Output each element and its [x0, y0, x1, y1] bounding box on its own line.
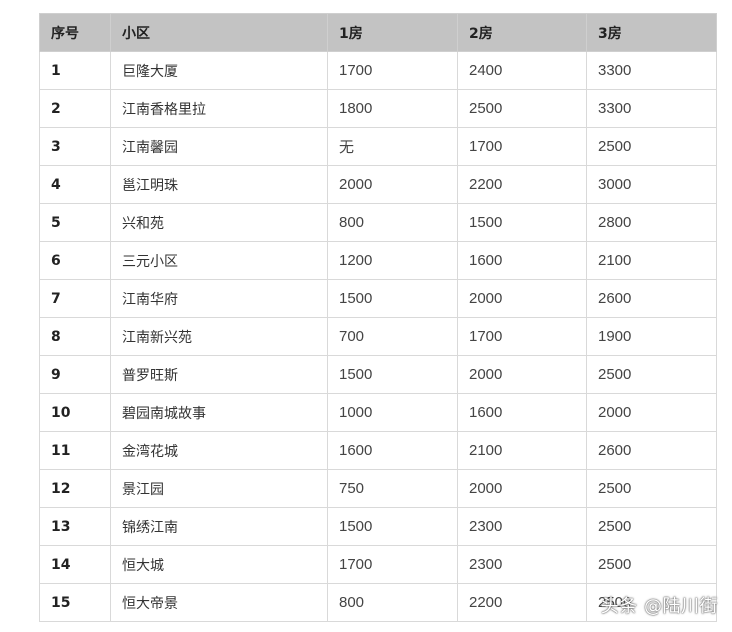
table-row: 11 金湾花城 1600 2100 2600 [39, 431, 717, 470]
cell-2-room: 2000 [457, 279, 587, 318]
cell-community: 金湾花城 [110, 431, 328, 470]
cell-1-room: 1500 [327, 507, 458, 546]
cell-2-room: 1700 [457, 317, 587, 356]
header-2-room: 2房 [457, 13, 587, 52]
cell-community: 江南馨园 [110, 127, 328, 166]
cell-3-room: 2500 [586, 507, 717, 546]
cell-1-room: 1800 [327, 89, 458, 128]
table-row: 9 普罗旺斯 1500 2000 2500 [39, 355, 717, 394]
cell-community: 兴和苑 [110, 203, 328, 242]
cell-community: 巨隆大厦 [110, 51, 328, 90]
cell-3-room: 3300 [586, 51, 717, 90]
table-header: 序号 小区 1房 2房 3房 [39, 13, 717, 52]
header-row: 序号 小区 1房 2房 3房 [39, 13, 717, 52]
cell-3-room: 2500 [586, 355, 717, 394]
cell-community: 三元小区 [110, 241, 328, 280]
cell-index: 11 [39, 431, 111, 470]
cell-1-room: 1000 [327, 393, 458, 432]
cell-1-room: 2000 [327, 165, 458, 204]
cell-1-room: 800 [327, 203, 458, 242]
cell-1-room: 1500 [327, 355, 458, 394]
cell-2-room: 1600 [457, 393, 587, 432]
header-index: 序号 [39, 13, 111, 52]
cell-index: 14 [39, 545, 111, 584]
cell-1-room: 1700 [327, 545, 458, 584]
cell-community: 江南华府 [110, 279, 328, 318]
cell-2-room: 2200 [457, 165, 587, 204]
cell-1-room: 1600 [327, 431, 458, 470]
cell-index: 9 [39, 355, 111, 394]
cell-2-room: 2000 [457, 469, 587, 508]
table-row: 1 巨隆大厦 1700 2400 3300 [39, 51, 717, 90]
cell-index: 8 [39, 317, 111, 356]
table-row: 2 江南香格里拉 1800 2500 3300 [39, 89, 717, 128]
cell-index: 5 [39, 203, 111, 242]
cell-1-room: 800 [327, 583, 458, 622]
cell-community: 江南新兴苑 [110, 317, 328, 356]
cell-3-room: 2100 [586, 241, 717, 280]
cell-2-room: 1500 [457, 203, 587, 242]
cell-community: 景江园 [110, 469, 328, 508]
cell-2-room: 2300 [457, 545, 587, 584]
cell-3-room: 2600 [586, 431, 717, 470]
table-row: 13 锦绣江南 1500 2300 2500 [39, 507, 717, 546]
cell-3-room: 2500 [586, 469, 717, 508]
cell-index: 13 [39, 507, 111, 546]
cell-index: 4 [39, 165, 111, 204]
cell-2-room: 2500 [457, 89, 587, 128]
cell-2-room: 2300 [457, 507, 587, 546]
cell-index: 1 [39, 51, 111, 90]
table-row: 8 江南新兴苑 700 1700 1900 [39, 317, 717, 356]
cell-community: 邕江明珠 [110, 165, 328, 204]
cell-index: 12 [39, 469, 111, 508]
table-row: 6 三元小区 1200 1600 2100 [39, 241, 717, 280]
table-row: 10 碧园南城故事 1000 1600 2000 [39, 393, 717, 432]
cell-3-room: 2800 [586, 203, 717, 242]
cell-3-room: 2000 [586, 393, 717, 432]
header-community: 小区 [110, 13, 328, 52]
header-1-room: 1房 [327, 13, 458, 52]
cell-index: 3 [39, 127, 111, 166]
cell-community: 江南香格里拉 [110, 89, 328, 128]
cell-index: 10 [39, 393, 111, 432]
cell-community: 碧园南城故事 [110, 393, 328, 432]
cell-community: 恒大城 [110, 545, 328, 584]
cell-3-room: 2600 [586, 279, 717, 318]
cell-3-room: 2500 [586, 545, 717, 584]
cell-2-room: 1600 [457, 241, 587, 280]
table-body: 1 巨隆大厦 1700 2400 3300 2 江南香格里拉 1800 2500 3300 3 江南馨… [39, 51, 717, 622]
cell-community: 锦绣江南 [110, 507, 328, 546]
cell-1-room: 1700 [327, 51, 458, 90]
cell-1-room: 700 [327, 317, 458, 356]
cell-index: 6 [39, 241, 111, 280]
table-row: 3 江南馨园无 1700 2500 [39, 127, 717, 166]
header-3-room: 3房 [586, 13, 717, 52]
cell-3-room: 2500 [586, 127, 717, 166]
cell-2-room: 2100 [457, 431, 587, 470]
cell-2-room: 2400 [457, 51, 587, 90]
cell-community: 普罗旺斯 [110, 355, 328, 394]
cell-1-room: 750 [327, 469, 458, 508]
rent-table-container: 序号 小区 1房 2房 3房 1 巨隆大厦 1700 2400 3300 2 江南香格里拉 1… [39, 13, 717, 622]
table-row: 5 兴和苑 800 1500 2800 [39, 203, 717, 242]
cell-2-room: 2200 [457, 583, 587, 622]
cell-index: 15 [39, 583, 111, 622]
table-row: 12 景江园 750 2000 2500 [39, 469, 717, 508]
cell-3-room: 3300 [586, 89, 717, 128]
cell-index: 7 [39, 279, 111, 318]
cell-2-room: 2000 [457, 355, 587, 394]
table-row: 4 邕江明珠 2000 2200 3000 [39, 165, 717, 204]
cell-community: 恒大帝景 [110, 583, 328, 622]
table-row: 14 恒大城 1700 2300 2500 [39, 545, 717, 584]
cell-3-room: 1900 [586, 317, 717, 356]
rent-price-table: 序号 小区 1房 2房 3房 1 巨隆大厦 1700 2400 3300 2 江南香格里拉 1… [39, 13, 717, 622]
table-row: 7 江南华府 1500 2000 2600 [39, 279, 717, 318]
cell-3-room: 3000 [586, 165, 717, 204]
cell-1-room: 1200 [327, 241, 458, 280]
cell-1-room: 无 [327, 127, 458, 166]
cell-1-room: 1500 [327, 279, 458, 318]
watermark-text: 头条 @陆川街 [600, 596, 718, 617]
cell-2-room: 1700 [457, 127, 587, 166]
cell-index: 2 [39, 89, 111, 128]
